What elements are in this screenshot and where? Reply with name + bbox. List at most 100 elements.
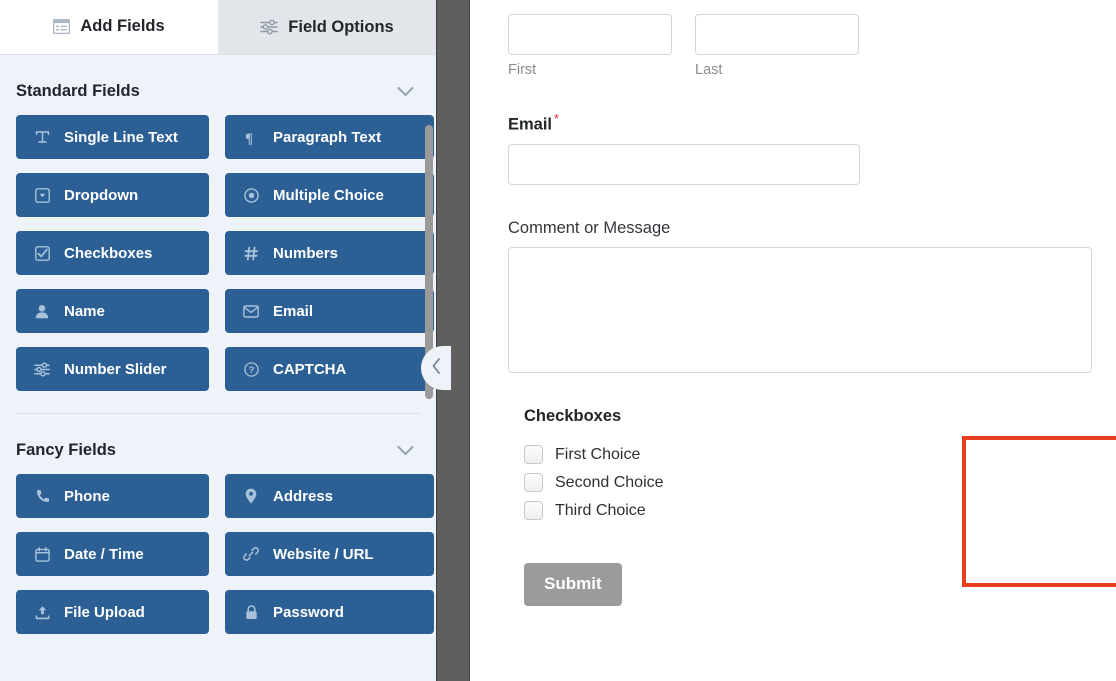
- field-button-label: Date / Time: [64, 545, 144, 563]
- fields-scroll-region: Standard Fields Single Line Text ¶ Parag: [0, 67, 436, 681]
- field-button-label: Numbers: [273, 244, 339, 262]
- field-button-file-upload[interactable]: File Upload: [16, 590, 209, 634]
- field-button-checkboxes[interactable]: Checkboxes: [16, 231, 209, 275]
- sliders-icon: [260, 19, 279, 35]
- field-button-email[interactable]: Email: [225, 289, 434, 333]
- field-button-label: Single Line Text: [64, 128, 178, 146]
- form-preview-panel: First Last Email * Comment or Message Che…: [470, 0, 1116, 681]
- field-button-phone[interactable]: Phone: [16, 474, 209, 518]
- svg-text:?: ?: [248, 365, 254, 376]
- field-button-dropdown[interactable]: Dropdown: [16, 173, 209, 217]
- map-pin-icon: [242, 488, 260, 504]
- tab-field-options-label: Field Options: [288, 17, 394, 36]
- checkbox-icon: [33, 245, 51, 261]
- form-preview: First Last Email * Comment or Message Che…: [508, 0, 1108, 606]
- field-button-numbers[interactable]: Numbers: [225, 231, 434, 275]
- name-last-sublabel: Last: [695, 62, 723, 78]
- hash-icon: [242, 246, 260, 261]
- field-button-single-line-text[interactable]: Single Line Text: [16, 115, 209, 159]
- checkbox-label: First Choice: [555, 445, 641, 463]
- fields-panel-scrollbar[interactable]: [425, 123, 433, 681]
- standard-fields-grid: Single Line Text ¶ Paragraph Text Dropdo…: [0, 115, 436, 391]
- section-header-fancy-fields[interactable]: Fancy Fields: [0, 426, 436, 474]
- message-textarea[interactable]: [508, 246, 1092, 373]
- field-button-label: Phone: [64, 487, 110, 505]
- name-last-input[interactable]: [695, 14, 859, 55]
- field-button-label: Paragraph Text: [273, 128, 382, 146]
- section-title-fancy-fields: Fancy Fields: [16, 440, 116, 459]
- preview-field-name: First Last: [508, 0, 1108, 78]
- checkbox-input-third-choice[interactable]: [524, 501, 543, 520]
- dropdown-icon: [33, 187, 51, 203]
- field-button-label: Address: [273, 487, 334, 505]
- panel-tabs: Add Fields Field Options: [0, 0, 436, 55]
- section-header-standard-fields[interactable]: Standard Fields: [0, 67, 436, 115]
- link-icon: [242, 546, 260, 562]
- preview-field-checkboxes: Checkboxes First Choice Second Choice Th…: [508, 407, 1108, 525]
- name-first-sublabel: First: [508, 62, 537, 78]
- tab-add-fields-label: Add Fields: [80, 17, 165, 35]
- name-first-column: First: [508, 14, 672, 78]
- fields-panel: Add Fields Field Options Standard Fields…: [0, 0, 436, 681]
- field-button-label: Multiple Choice: [273, 186, 384, 204]
- field-button-paragraph-text[interactable]: ¶ Paragraph Text: [225, 115, 434, 159]
- chevron-left-icon: [431, 357, 442, 380]
- field-button-label: Name: [64, 302, 105, 320]
- field-button-label: Dropdown: [64, 186, 139, 204]
- field-button-label: Password: [273, 603, 344, 621]
- email-field-label: Email *: [508, 111, 1108, 135]
- required-asterisk: *: [554, 111, 560, 126]
- form-builder-app: Add Fields Field Options Standard Fields…: [0, 0, 1116, 681]
- checkboxes-field-label: Checkboxes: [524, 406, 622, 425]
- fancy-fields-grid: Phone Address Date / Time Website / URL …: [0, 474, 436, 634]
- question-circle-icon: ?: [242, 361, 260, 377]
- checkbox-label: Third Choice: [555, 501, 646, 519]
- text-cursor-icon: [33, 130, 51, 145]
- section-title-standard-fields: Standard Fields: [16, 81, 140, 100]
- message-field-label: Comment or Message: [508, 218, 671, 237]
- field-button-name[interactable]: Name: [16, 289, 209, 333]
- svg-text:¶: ¶: [245, 131, 253, 145]
- chevron-down-icon[interactable]: [397, 445, 414, 456]
- field-button-address[interactable]: Address: [225, 474, 434, 518]
- preview-submit-area: Submit: [508, 562, 1108, 606]
- preview-field-message: Comment or Message: [508, 219, 1108, 373]
- field-button-label: Checkboxes: [64, 244, 153, 262]
- calendar-icon: [33, 546, 51, 562]
- upload-icon: [33, 605, 51, 620]
- list-panel-icon: [53, 19, 71, 34]
- checkbox-input-first-choice[interactable]: [524, 445, 543, 464]
- field-button-multiple-choice[interactable]: Multiple Choice: [225, 173, 434, 217]
- sliders-icon: [33, 362, 51, 377]
- lock-icon: [242, 604, 260, 620]
- field-button-website-url[interactable]: Website / URL: [225, 532, 434, 576]
- envelope-icon: [242, 304, 260, 318]
- submit-button[interactable]: Submit: [524, 562, 622, 606]
- field-button-password[interactable]: Password: [225, 590, 434, 634]
- field-button-label: Number Slider: [64, 360, 167, 378]
- paragraph-icon: ¶: [242, 130, 260, 145]
- phone-icon: [33, 489, 51, 504]
- radio-icon: [242, 187, 260, 203]
- email-label-text: Email: [508, 115, 553, 134]
- field-button-label: Website / URL: [273, 545, 374, 563]
- field-button-label: File Upload: [64, 603, 145, 621]
- checkbox-input-second-choice[interactable]: [524, 473, 543, 492]
- checkbox-label: Second Choice: [555, 473, 664, 491]
- field-button-date-time[interactable]: Date / Time: [16, 532, 209, 576]
- tab-add-fields[interactable]: Add Fields: [0, 0, 218, 54]
- preview-field-email: Email *: [508, 111, 1108, 185]
- field-button-captcha[interactable]: ? CAPTCHA: [225, 347, 434, 391]
- user-icon: [33, 304, 51, 319]
- email-input[interactable]: [508, 143, 860, 185]
- checkbox-option-row[interactable]: Third Choice: [524, 497, 1108, 525]
- chevron-down-icon[interactable]: [397, 86, 414, 97]
- field-button-label: CAPTCHA: [273, 360, 347, 378]
- name-first-input[interactable]: [508, 14, 672, 55]
- field-button-label: Email: [273, 302, 314, 320]
- tab-field-options[interactable]: Field Options: [218, 0, 436, 54]
- checkbox-option-row[interactable]: First Choice: [524, 441, 1108, 469]
- name-last-column: Last: [695, 14, 859, 78]
- field-button-number-slider[interactable]: Number Slider: [16, 347, 209, 391]
- checkbox-option-row[interactable]: Second Choice: [524, 469, 1108, 497]
